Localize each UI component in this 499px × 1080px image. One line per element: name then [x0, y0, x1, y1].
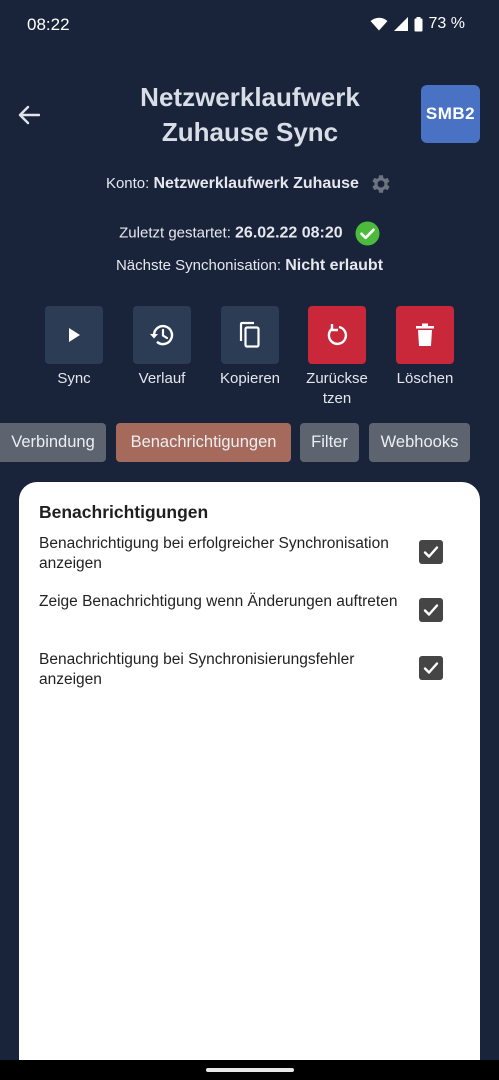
copy-icon [239, 321, 260, 348]
setting-label: Benachrichtigung bei erfolgreicher Synch… [39, 535, 389, 572]
last-started-line: Zuletzt gestartet: 26.02.22 08:20 [0, 221, 499, 246]
system-nav-bar [0, 1060, 499, 1080]
status-icons: 73 % [370, 15, 465, 33]
checkbox-changes-notification[interactable] [419, 598, 443, 622]
setting-label: Zeige Benachrichtigung wenn Änderungen a… [39, 593, 398, 610]
back-button[interactable] [14, 100, 44, 130]
next-sync-value: Nicht erlaubt [285, 257, 384, 274]
status-bar: 08:22 73 % [0, 0, 499, 50]
card-title: Benachrichtigungen [39, 502, 209, 522]
last-started-label: Zuletzt gestartet: [119, 224, 231, 242]
history-label: Verlauf [138, 370, 186, 387]
next-sync-label: Nächste Synchonisation: [115, 257, 282, 274]
copy-button[interactable]: Kopieren [210, 306, 290, 389]
battery-percent: 73 % [428, 15, 465, 32]
sync-tile[interactable] [45, 306, 103, 364]
checkbox-success-notification[interactable] [419, 540, 443, 564]
delete-tile[interactable] [396, 306, 454, 364]
cellular-signal-icon [393, 17, 408, 31]
copy-label: Kopieren [219, 370, 281, 387]
tab-verbindung[interactable]: Verbindung [0, 423, 106, 462]
history-tile[interactable] [133, 306, 191, 364]
checkmark-icon [423, 546, 439, 558]
sync-button[interactable]: Sync [34, 306, 114, 389]
next-sync-line: Nächste Synchonisation: Nicht erlaubt [0, 257, 499, 275]
last-started-value: 26.02.22 08:20 [235, 224, 343, 242]
reset-label: Zurückse tzen [306, 370, 368, 407]
delete-button[interactable]: Löschen [385, 306, 465, 389]
status-time: 08:22 [27, 15, 70, 34]
checkbox-error-notification[interactable] [419, 656, 443, 680]
checkmark-icon [423, 604, 439, 616]
tab-benachrichtigungen[interactable]: Benachrichtigungen [116, 423, 291, 462]
play-icon [69, 328, 80, 342]
setting-changes-notification[interactable]: Zeige Benachrichtigung wenn Änderungen a… [39, 592, 459, 622]
history-icon [150, 324, 174, 346]
wifi-icon [370, 17, 388, 31]
setting-success-notification[interactable]: Benachrichtigung bei erfolgreicher Synch… [39, 534, 459, 574]
success-check-icon [355, 221, 380, 246]
gear-icon[interactable] [369, 172, 393, 196]
tab-bar: Verbindung Benachrichtigungen Filter Web… [0, 423, 499, 462]
notifications-card: Benachrichtigungen Benachrichtigung bei … [19, 482, 480, 1080]
reset-button[interactable]: Zurückse tzen [297, 306, 377, 409]
delete-label: Löschen [396, 370, 454, 387]
account-value: Netzwerklaufwerk Zuhause [153, 174, 359, 192]
history-button[interactable]: Verlauf [122, 306, 202, 389]
reset-tile[interactable] [308, 306, 366, 364]
checkmark-icon [423, 662, 439, 674]
account-label: Konto: [105, 174, 150, 192]
tab-webhooks[interactable]: Webhooks [369, 423, 470, 462]
arrow-back-icon [18, 105, 40, 125]
copy-tile[interactable] [221, 306, 279, 364]
sync-label: Sync [57, 370, 91, 387]
account-line: Konto: Netzwerklaufwerk Zuhause [0, 172, 499, 196]
tab-filter[interactable]: Filter [300, 423, 359, 462]
setting-error-notification[interactable]: Benachrichtigung bei Synchronisierungsfe… [39, 650, 459, 690]
reset-icon [327, 324, 348, 345]
setting-label: Benachrichtigung bei Synchronisierungsfe… [39, 651, 355, 688]
page-title: Netzwerklaufwerk Zuhause Sync [140, 82, 360, 147]
trash-icon [416, 323, 434, 346]
home-gesture-handle[interactable] [206, 1068, 294, 1072]
battery-icon [414, 16, 423, 31]
protocol-badge: SMB2 [421, 85, 480, 143]
